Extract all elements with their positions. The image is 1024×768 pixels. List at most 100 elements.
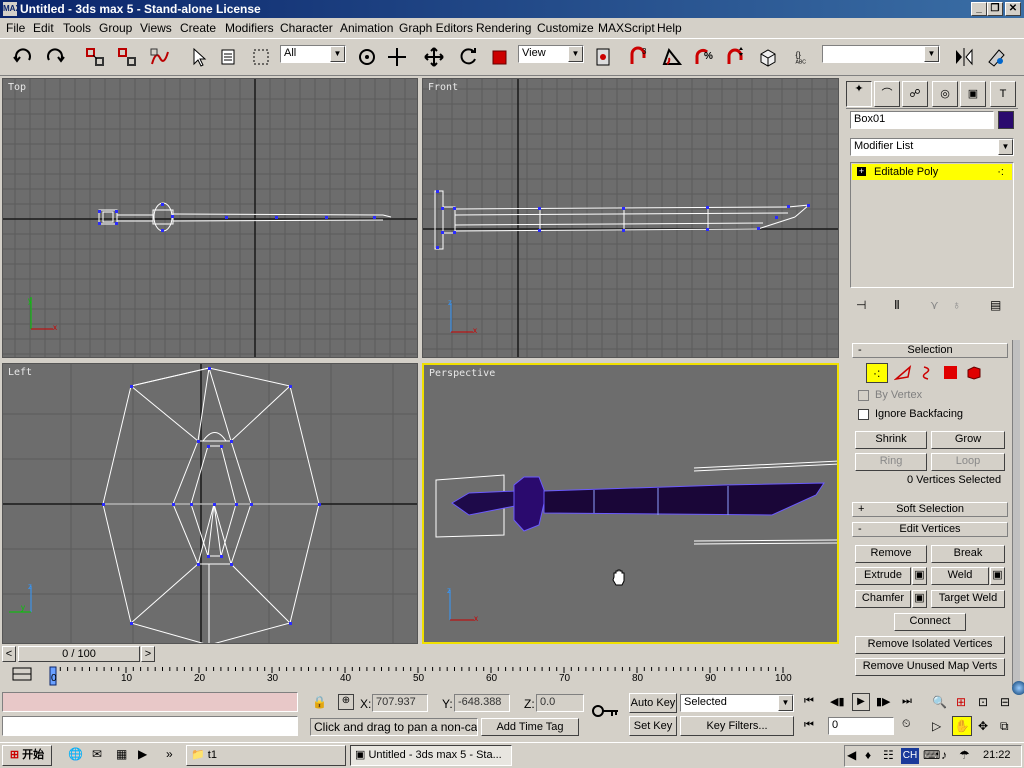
restore-button[interactable]: ❐ [987,2,1003,16]
viewport-label-perspective[interactable]: Perspective [429,368,495,379]
menu-group[interactable]: Group [99,21,132,35]
viewport-label-front[interactable]: Front [428,82,458,93]
polygon-subobject-icon[interactable] [944,366,957,379]
weld-button[interactable]: Weld [931,567,989,585]
go-to-start-icon[interactable]: ⏮ [804,695,814,708]
field-of-view-icon[interactable]: ▷ [932,719,941,733]
select-and-manipulate-icon[interactable] [354,44,380,70]
select-and-move-axis-icon[interactable] [384,44,410,70]
close-button[interactable]: ✕ [1005,2,1021,16]
angle-snap-toggle-icon[interactable] [659,44,685,70]
menu-tools[interactable]: Tools [63,21,91,35]
utilities-tab-icon[interactable]: T [990,81,1016,107]
key-mode-dropdown[interactable]: Selected ▼ [680,694,794,712]
vertex-subobject-icon[interactable]: ·: [866,363,888,383]
remove-button[interactable]: Remove [855,545,927,563]
viewport-label-top[interactable]: Top [8,82,26,93]
menu-graph-editors[interactable]: Graph Editors [399,21,473,35]
chamfer-settings-icon[interactable]: ▣ [912,590,927,608]
key-filters-button[interactable]: Key Filters... [680,716,794,736]
percent-snap-icon[interactable]: % [691,44,717,70]
named-selection-sets-icon[interactable]: {} ABC [790,44,820,70]
extrude-settings-icon[interactable]: ▣ [912,567,927,585]
play-icon[interactable]: ▶ [852,693,870,711]
key-mode-toggle-icon[interactable]: ⏮ [804,719,814,732]
mirror-icon[interactable] [951,44,977,70]
connect-button[interactable]: Connect [894,613,966,631]
pan-icon[interactable]: ✋ [952,716,972,736]
tray-keyboard-icon[interactable]: ⌨ [923,748,940,762]
rectangular-selection-icon[interactable] [248,44,274,70]
select-and-link-icon[interactable] [82,44,108,70]
expand-plus-icon[interactable]: + [857,167,866,176]
use-pivot-point-center-icon[interactable] [590,44,616,70]
x-coordinate-field[interactable]: 707.937 [372,694,428,712]
menu-create[interactable]: Create [180,21,216,35]
show-end-result-icon[interactable]: Ⅱ [894,298,900,312]
arc-rotate-icon[interactable]: ✥ [978,719,988,733]
edit-vertices-rollout-header[interactable]: - Edit Vertices [852,522,1008,537]
language-indicator[interactable]: CH [901,748,919,764]
display-tab-icon[interactable]: ▣ [960,81,986,107]
auto-key-button[interactable]: Auto Key [629,693,677,713]
tray-expand-icon[interactable]: ◀ [847,748,856,762]
reference-coordinate-dropdown[interactable]: View ▼ [518,45,584,63]
ring-button[interactable]: Ring [855,453,927,471]
bind-to-space-warp-icon[interactable] [146,44,172,70]
start-button[interactable]: ⊞ 开始 [2,745,52,766]
edge-subobject-icon[interactable] [893,365,912,381]
lock-icon[interactable]: 🔒 [312,695,327,709]
quick-launch-more-icon[interactable]: » [166,747,173,761]
command-panel-scrollbar[interactable] [1012,340,1020,686]
redo-icon[interactable] [42,44,68,70]
time-configuration-icon[interactable]: ⏲ [902,718,911,731]
object-color-swatch[interactable] [998,111,1014,129]
zoom-extents-all-icon[interactable]: ⊟ [1000,695,1010,709]
viewport-top[interactable]: yx Top [2,78,418,358]
time-slider[interactable]: 0 / 100 [18,646,140,662]
menu-customize[interactable]: Customize [537,21,594,35]
menu-modifiers[interactable]: Modifiers [225,21,274,35]
maxscript-input-mini[interactable] [2,716,298,736]
shrink-button[interactable]: Shrink [855,431,927,449]
time-slider-next-icon[interactable]: > [141,646,155,662]
maxscript-listener-mini[interactable] [2,692,298,712]
current-frame-field[interactable]: 0 [828,717,894,735]
time-slider-prev-icon[interactable]: < [2,646,16,662]
selection-rollout-header[interactable]: - Selection [852,343,1008,358]
edit-named-selections-icon[interactable] [755,44,781,70]
create-tab-icon[interactable]: ✦ [846,81,872,107]
menu-file[interactable]: File [6,21,25,35]
track-bar-icon[interactable] [10,665,34,683]
z-coordinate-field[interactable]: 0.0 [536,694,584,712]
previous-frame-icon[interactable]: ◀▮ [830,695,845,708]
selection-filter-dropdown[interactable]: All ▼ [280,45,346,63]
menu-character[interactable]: Character [280,21,333,35]
select-and-move-icon[interactable] [421,44,447,70]
media-player-icon[interactable]: ▶ [138,747,147,761]
min-max-toggle-icon[interactable]: ⧉ [1000,719,1009,734]
ie-icon[interactable]: 🌐 [68,747,83,761]
menu-rendering[interactable]: Rendering [476,21,531,35]
hierarchy-tab-icon[interactable]: ☍ [902,81,928,107]
track-bar[interactable]: 0 10 20 30 40 50 60 70 80 90 100 [48,663,838,687]
stack-item-editable-poly[interactable]: + Editable Poly ·: [852,164,1012,180]
menu-animation[interactable]: Animation [340,21,393,35]
weld-settings-icon[interactable]: ▣ [990,567,1005,585]
remove-modifier-icon[interactable]: ♁ [952,298,961,312]
menu-edit[interactable]: Edit [33,21,54,35]
zoom-all-icon[interactable]: ⊞ [956,695,966,709]
next-frame-icon[interactable]: ▮▶ [876,695,891,708]
menu-help[interactable]: Help [657,21,682,35]
y-coordinate-field[interactable]: -648.388 [454,694,510,712]
select-by-name-icon[interactable] [216,44,242,70]
remove-unused-map-verts-button[interactable]: Remove Unused Map Verts [855,658,1005,676]
modifier-list-dropdown[interactable]: Modifier List ▼ [850,138,1014,156]
ignore-backfacing-checkbox[interactable] [858,409,869,420]
globe-icon[interactable] [1012,681,1024,695]
tray-app-icon[interactable]: ♦ [865,748,871,762]
tray-antivirus-icon[interactable]: ☂ [959,748,970,762]
pin-stack-icon[interactable]: ⊣ [856,298,866,312]
minimize-button[interactable]: _ [971,2,987,16]
set-key-mode-icon[interactable] [590,703,620,719]
